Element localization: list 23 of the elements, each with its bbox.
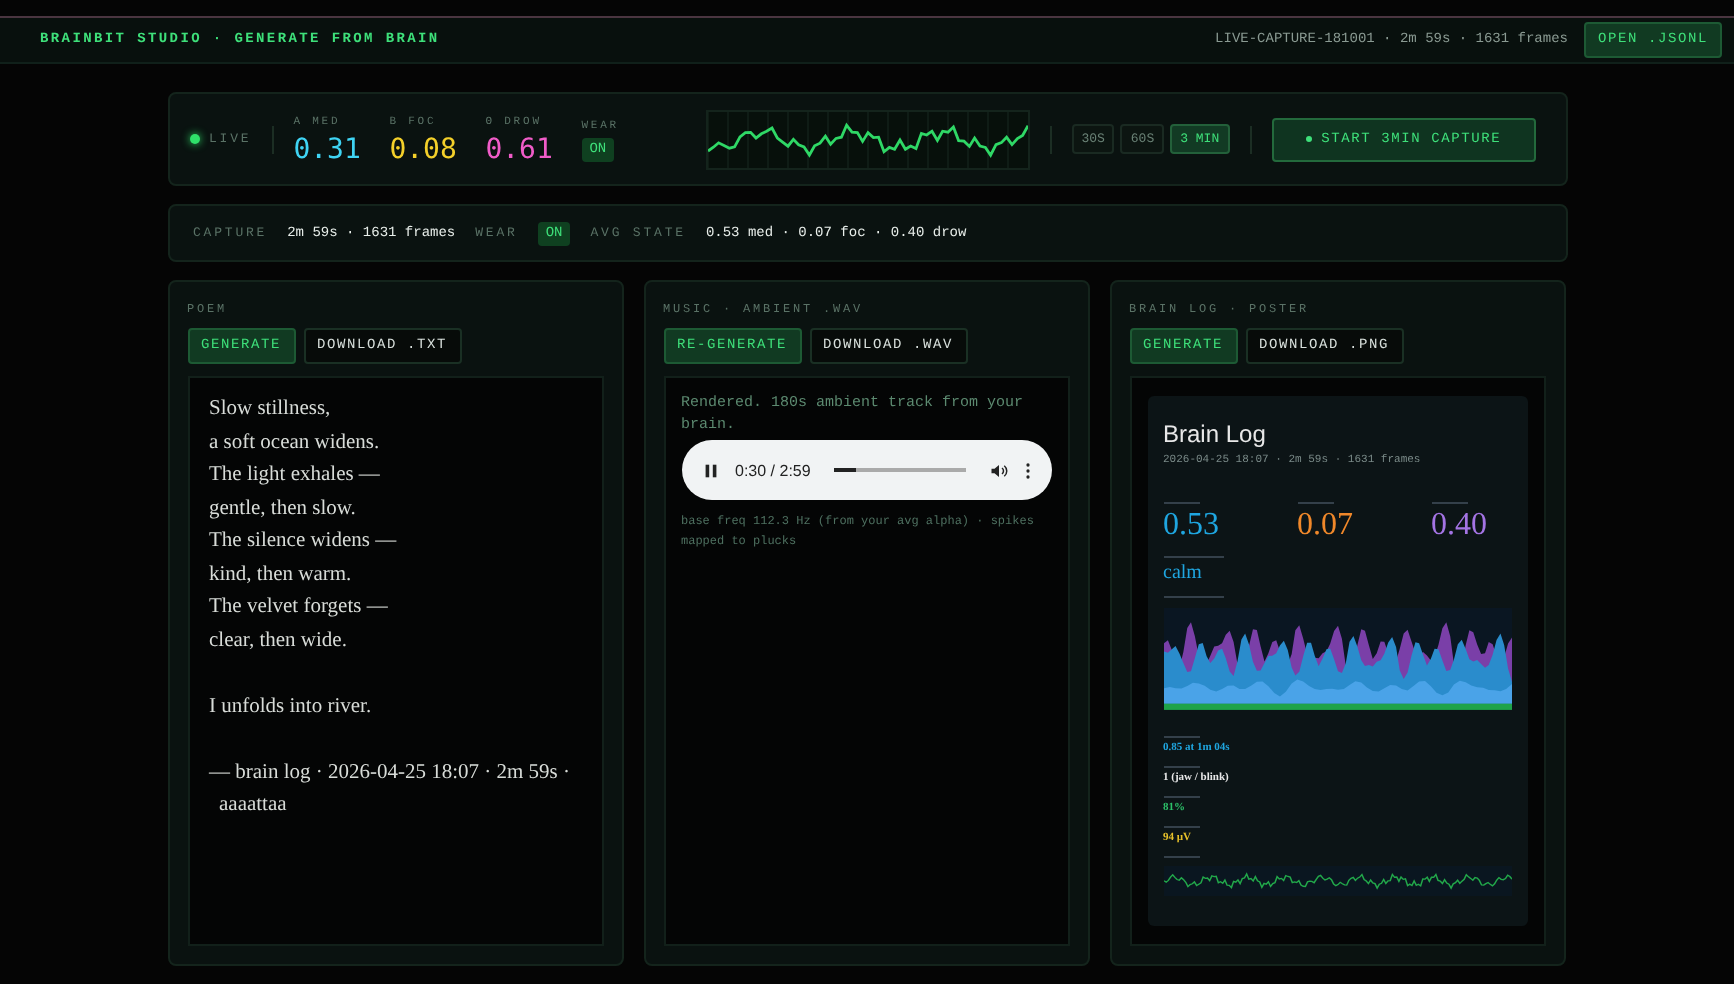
more-icon[interactable] bbox=[1023, 461, 1031, 479]
metric-value: 0.61 bbox=[485, 133, 555, 165]
score-value: 0.40 bbox=[1431, 508, 1487, 544]
poem-line: The silence widens — bbox=[209, 528, 399, 556]
poem-line: aaaattaa bbox=[217, 792, 289, 820]
poem-line: a soft ocean widens. bbox=[209, 429, 382, 457]
poem-line: Slow stillness, bbox=[209, 396, 333, 424]
dominant-state: calm bbox=[1163, 562, 1204, 584]
poem-line: clear, then wide. bbox=[209, 627, 349, 655]
poem-line: I unfolds into river. bbox=[209, 693, 374, 721]
poem-line: — brain log · 2026-04-25 18:07 · 2m 59s · bbox=[209, 759, 573, 787]
volume-icon[interactable] bbox=[989, 461, 1007, 479]
metric-value: 0.31 bbox=[293, 133, 363, 165]
score-value: 0.07 bbox=[1297, 508, 1353, 544]
playback-time: 0:30 / 2:59 bbox=[735, 461, 811, 479]
poem-line: The velvet forgets — bbox=[209, 594, 390, 622]
poster-title: Brain Log bbox=[1163, 420, 1268, 448]
metric-value: 0.08 bbox=[389, 133, 459, 165]
poem-line: kind, then warm. bbox=[209, 561, 354, 589]
score-value: 0.53 bbox=[1163, 508, 1219, 544]
poem-line: The light exhales — bbox=[209, 462, 382, 490]
pause-icon[interactable] bbox=[701, 461, 719, 479]
poem-line: gentle, then slow. bbox=[209, 495, 358, 523]
